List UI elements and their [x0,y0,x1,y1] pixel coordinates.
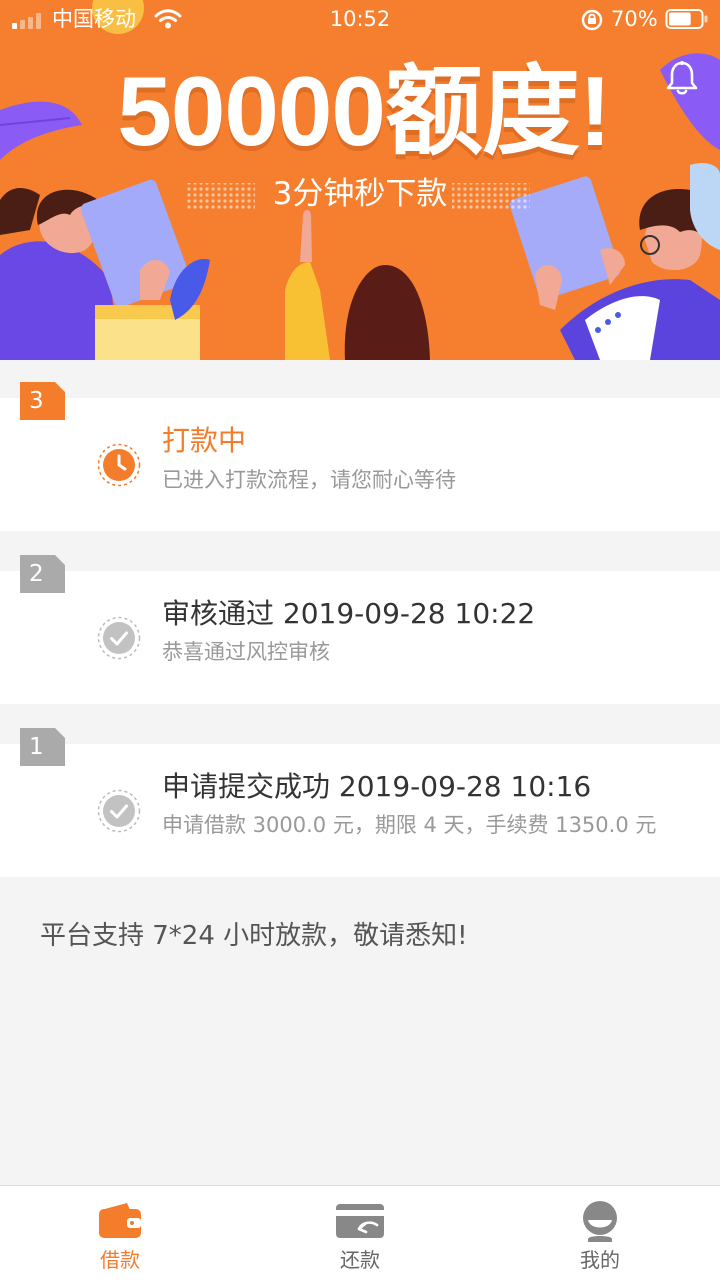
user-icon [583,1201,617,1242]
bell-icon[interactable] [665,60,699,96]
service-notice: 平台支持 7*24 小时放款，敬请悉知! [40,921,468,951]
tab-borrow[interactable]: 借款 [0,1186,240,1280]
step-number-badge: 3 [20,382,65,420]
check-icon [97,616,141,660]
clock-icon [97,443,141,487]
repay-card-icon [336,1204,384,1238]
status-bar: 中国移动 10:52 70% [0,0,720,40]
step-card-paying: 3 打款中 已进入打款流程，请您耐心等待 [0,382,720,531]
banner-headline: 50000额度! [117,56,611,166]
step-title: 申请提交成功 2019-09-28 10:16 [162,770,592,803]
step-description: 恭喜通过风控审核 [162,640,330,664]
tab-label: 借款 [100,1248,140,1272]
banner-subtitle: 3分钟秒下款 [272,176,448,212]
step-description: 申请借款 3000.0 元，期限 4 天，手续费 1350.0 元 [162,813,657,837]
step-description: 已进入打款流程，请您耐心等待 [162,468,456,492]
step-card-approved: 2 审核通过 2019-09-28 10:22 恭喜通过风控审核 [0,555,720,704]
tab-label: 我的 [580,1248,620,1272]
promo-banner[interactable]: 50000额度! 3分钟秒下款 [0,0,720,360]
battery-percent: 70% [611,7,658,31]
tab-label: 还款 [340,1248,380,1272]
step-number-badge: 1 [20,728,65,766]
battery-icon [665,9,708,29]
step-title: 打款中 [162,424,247,457]
check-icon [97,789,141,833]
bottom-tab-bar: 借款 还款 我的 [0,1185,720,1280]
wallet-icon [99,1203,141,1238]
step-card-submitted: 1 申请提交成功 2019-09-28 10:16 申请借款 3000.0 元，… [0,728,720,877]
step-title: 审核通过 2019-09-28 10:22 [162,597,536,630]
step-number-badge: 2 [20,555,65,593]
orientation-lock-icon [581,9,603,31]
tab-repay[interactable]: 还款 [240,1186,480,1280]
tab-mine[interactable]: 我的 [480,1186,720,1280]
